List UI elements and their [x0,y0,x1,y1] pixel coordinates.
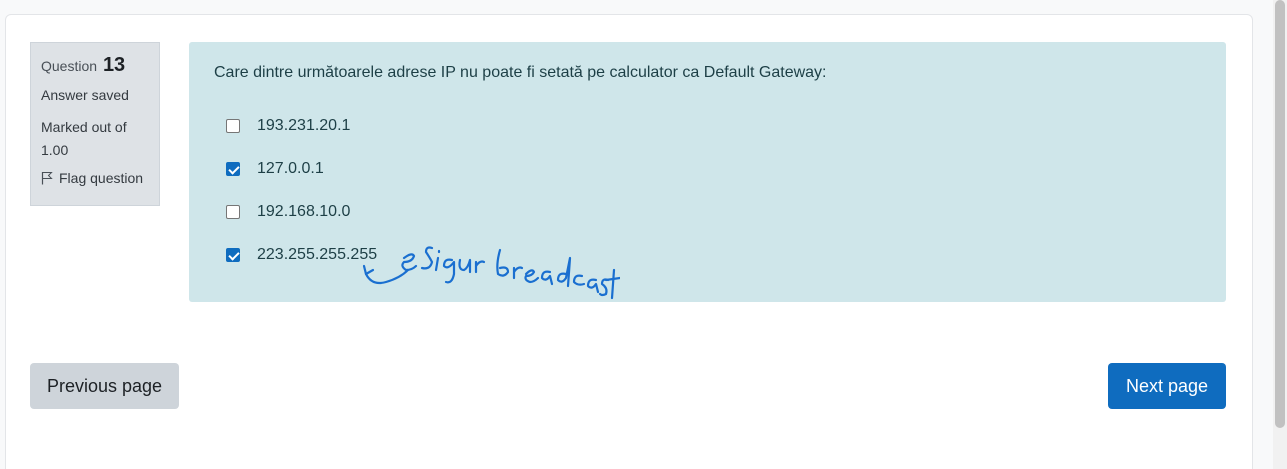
answer-checkbox[interactable] [226,247,240,262]
handwritten-annotation [362,246,620,300]
answer-checkbox[interactable] [226,204,240,219]
question-number-line: Question 13 [41,53,149,78]
flag-question-link[interactable]: Flag question [41,170,149,186]
question-label: Question [41,58,98,74]
scrollbar-thumb[interactable] [1275,0,1285,428]
answer-option[interactable]: 192.168.10.0 [214,190,1201,233]
question-formulation: Care dintre următoarele adrese IP nu poa… [189,42,1226,302]
answer-option[interactable]: 127.0.0.1 [214,147,1201,190]
question-text: Care dintre următoarele adrese IP nu poa… [214,64,827,81]
answer-checkbox[interactable] [226,161,240,176]
flag-icon [41,172,53,185]
question-number: 13 [102,54,126,76]
question-state: Answer saved [41,87,129,103]
answer-checkbox[interactable] [226,118,240,133]
answer-label: 192.168.10.0 [257,202,351,220]
answer-label: 193.231.20.1 [257,116,351,134]
flag-question-label: Flag question [59,170,144,186]
question-info: Question 13 Answer saved Marked out of 1… [30,42,160,206]
page-scrollbar[interactable] [1273,0,1287,469]
answer-label: 127.0.0.1 [257,159,324,177]
previous-page-button[interactable]: Previous page [30,363,179,409]
answer-option[interactable]: 193.231.20.1 [214,104,1201,147]
quiz-page: Question 13 Answer saved Marked out of 1… [0,0,1287,469]
question-grade: Marked out of 1.00 [41,119,127,158]
next-page-button[interactable]: Next page [1108,363,1226,409]
